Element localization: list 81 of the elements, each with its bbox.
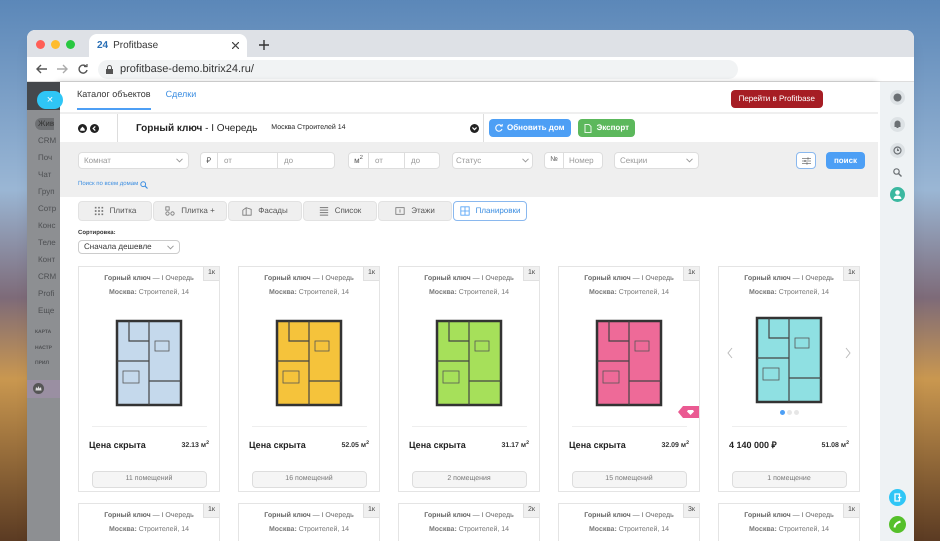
reload-icon[interactable] — [78, 64, 88, 74]
tiles-icon — [165, 206, 176, 216]
list-icon — [318, 206, 329, 216]
close-window-icon[interactable] — [36, 40, 45, 49]
sidebar-item[interactable]: CRM — [35, 135, 56, 147]
chevron-down-icon — [686, 158, 693, 163]
view-tab[interactable]: Список — [303, 201, 377, 221]
bell-icon[interactable] — [890, 117, 904, 132]
price-text: Цена скрыта — [409, 439, 466, 452]
view-tab[interactable]: Плитка + — [153, 201, 227, 221]
tab-title: Profitbase — [113, 39, 160, 53]
lock-icon — [106, 64, 113, 74]
phone-icon[interactable] — [888, 516, 906, 533]
chevron-down-icon — [176, 158, 183, 163]
area-range-field[interactable]: м$^{2}$ от до — [348, 152, 440, 169]
price-from-field[interactable]: от — [218, 153, 278, 168]
sidebar-item[interactable]: Жив — [35, 118, 54, 130]
number-field[interactable]: Номер — [564, 153, 602, 168]
panel-tab[interactable]: Каталог объектов — [77, 88, 151, 110]
sidebar-item[interactable]: Сотр — [35, 203, 56, 215]
home-icon[interactable] — [78, 124, 87, 132]
sidebar-item[interactable]: Груп — [35, 186, 55, 198]
sidebar-item[interactable]: Поч — [35, 152, 52, 164]
bitrix-logo: 24 — [97, 39, 108, 53]
filter-settings-button[interactable] — [796, 152, 816, 169]
back-icon[interactable] — [36, 64, 47, 74]
search-icon — [140, 180, 148, 188]
sidebar-item[interactable]: Еще — [35, 305, 54, 317]
area-to-field[interactable]: до — [405, 153, 439, 168]
price-to-field[interactable]: до — [278, 153, 334, 168]
refresh-icon — [495, 124, 503, 132]
sidebar-item[interactable]: Конс — [35, 220, 56, 232]
price-text: Цена скрыта — [569, 439, 626, 452]
search-icon[interactable] — [892, 168, 902, 177]
avatar-icon[interactable] — [890, 187, 904, 202]
rooms-select[interactable]: Комнат — [78, 152, 189, 169]
sidebar-item[interactable]: Profi — [35, 288, 54, 300]
sidebar-item[interactable]: CRM — [35, 271, 56, 283]
sidebar-promo-row[interactable] — [27, 380, 60, 398]
panel-tab[interactable]: Сделки — [166, 88, 196, 110]
export-button[interactable]: Экспорт — [578, 119, 636, 137]
carousel-dots[interactable] — [780, 410, 798, 414]
floor-icon — [395, 206, 406, 216]
price-text: 4 140 000 ₽ — [729, 439, 777, 452]
view-tab[interactable]: Планировки — [453, 201, 527, 221]
view-tab[interactable]: Этажи — [378, 201, 452, 221]
address-bar[interactable]: profitbase-demo.bitrix24.ru/ — [98, 60, 738, 78]
sort-select[interactable]: Сначала дешевле — [78, 240, 180, 254]
sections-select[interactable]: Секции — [614, 152, 699, 169]
url-text: profitbase-demo.bitrix24.ru/ — [120, 62, 254, 77]
currency-label: ₽ — [201, 153, 218, 168]
house-title: Горный ключ - I Очередь — [136, 122, 258, 136]
new-tab-icon[interactable] — [259, 40, 269, 50]
sidebar-item[interactable]: Чат — [35, 169, 52, 181]
chevron-down-icon — [167, 244, 174, 250]
dropdown-icon[interactable] — [470, 124, 479, 132]
price-range-field[interactable]: ₽ от до — [200, 152, 335, 169]
forward-icon[interactable] — [57, 64, 68, 74]
grid-icon — [94, 206, 104, 216]
building-icon — [242, 206, 252, 216]
sidebar-item[interactable]: Теле — [35, 237, 56, 249]
sidebar-item[interactable]: Конт — [35, 254, 56, 266]
price-text: Цена скрыта — [249, 439, 306, 452]
chevron-down-icon — [522, 158, 529, 163]
price-text: Цена скрыта — [89, 439, 146, 452]
area-unit-label: м$^{2}$ — [349, 153, 369, 168]
search-button[interactable]: поиск — [826, 152, 865, 169]
view-tab[interactable]: Фасады — [228, 201, 302, 221]
goto-profitbase-button[interactable]: Перейти в Profitbase — [730, 90, 823, 108]
refresh-house-button[interactable]: Обновить дом — [489, 119, 571, 137]
crown-icon — [33, 383, 44, 394]
view-tab[interactable]: Плитка — [78, 201, 152, 221]
sliders-icon — [802, 156, 810, 164]
back-circle-icon[interactable] — [90, 124, 99, 132]
browser-tab[interactable]: 24 Profitbase — [89, 34, 247, 57]
export-file-icon — [584, 124, 592, 132]
clock-icon[interactable] — [890, 143, 904, 158]
area-from-field[interactable]: от — [369, 153, 405, 168]
layout-icon — [460, 206, 470, 216]
status-select[interactable]: Статус — [452, 152, 533, 169]
close-tab-icon[interactable] — [232, 42, 239, 49]
